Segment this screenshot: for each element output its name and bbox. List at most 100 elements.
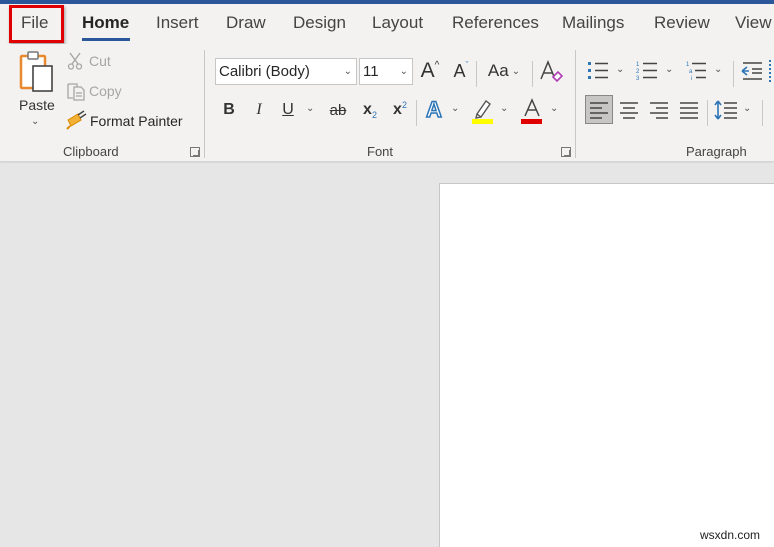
chevron-down-icon: ⌄: [343, 66, 352, 77]
font-size-combobox[interactable]: 11 ⌄: [359, 58, 413, 85]
watermark-text: wsxdn.com: [700, 528, 761, 542]
divider: [416, 100, 417, 126]
subscript-icon: x: [363, 101, 372, 118]
font-group-label: Font: [367, 144, 394, 159]
align-left-button[interactable]: [585, 95, 613, 124]
shrink-font-icon: A: [453, 60, 466, 81]
svg-text:i: i: [691, 76, 692, 82]
font-color-dropdown-icon[interactable]: ⌄: [550, 103, 558, 114]
svg-text:3: 3: [636, 76, 640, 82]
underline-dropdown-icon[interactable]: ⌄: [306, 103, 314, 114]
font-size-value: 11: [363, 63, 379, 80]
tab-home[interactable]: Home: [82, 13, 129, 33]
highlighter-icon: [472, 100, 493, 124]
font-name-value: Calibri (Body): [219, 63, 310, 80]
decrease-indent-button[interactable]: [740, 58, 764, 84]
shrink-font-button[interactable]: A ˇ: [450, 58, 472, 84]
align-right-icon: [650, 101, 668, 119]
italic-button[interactable]: I: [250, 98, 268, 122]
text-effects-dropdown-icon[interactable]: ⌄: [451, 103, 459, 114]
format-painter-icon: [66, 110, 87, 130]
cut-label: Cut: [89, 53, 111, 69]
clipboard-dialog-launcher-icon[interactable]: [190, 147, 200, 157]
file-tab-highlight-box: [9, 5, 64, 43]
paste-icon: [19, 51, 53, 92]
divider: [532, 61, 533, 87]
copy-icon: [67, 83, 85, 101]
copy-label: Copy: [89, 83, 122, 99]
strikethrough-button[interactable]: ab: [327, 98, 349, 122]
line-spacing-button[interactable]: [713, 95, 739, 124]
tab-layout[interactable]: Layout: [372, 13, 423, 33]
line-spacing-icon: [714, 100, 737, 119]
bullet-list-icon: [588, 62, 608, 79]
clear-formatting-icon: [540, 60, 563, 83]
underline-button[interactable]: U: [279, 98, 297, 122]
subscript-button[interactable]: x 2: [360, 98, 380, 122]
active-tab-indicator: [82, 38, 130, 41]
multilevel-list-dropdown-icon[interactable]: ⌄: [714, 64, 722, 75]
italic-icon: I: [256, 101, 262, 118]
format-painter-label: Format Painter: [90, 113, 183, 129]
underline-icon: U: [282, 101, 294, 118]
change-case-icon: Aa: [487, 61, 509, 80]
grow-font-button[interactable]: A ^: [418, 58, 442, 84]
svg-text:1: 1: [686, 62, 690, 68]
align-center-button[interactable]: [616, 95, 642, 124]
decrease-indent-icon: [741, 62, 762, 80]
bullets-dropdown-icon[interactable]: ⌄: [616, 64, 624, 75]
line-spacing-dropdown-icon[interactable]: ⌄: [743, 103, 751, 114]
superscript-button[interactable]: x 2: [390, 98, 410, 122]
ribbon-tabs: File Home Insert Draw Design Layout Refe…: [0, 4, 774, 44]
font-name-combobox[interactable]: Calibri (Body) ⌄: [215, 58, 357, 85]
justify-icon: [680, 101, 698, 119]
bold-button[interactable]: B: [220, 98, 238, 122]
paragraph-group-label: Paragraph: [686, 144, 747, 159]
multilevel-list-button[interactable]: 1 a i: [684, 58, 708, 84]
tab-review[interactable]: Review: [654, 13, 710, 33]
increase-indent-button[interactable]: [769, 60, 773, 82]
font-dialog-launcher-icon[interactable]: [561, 147, 571, 157]
group-separator: [204, 50, 205, 158]
highlight-button[interactable]: [471, 97, 495, 125]
clipboard-group-label: Clipboard: [63, 144, 119, 159]
divider: [707, 100, 708, 126]
tab-draw[interactable]: Draw: [226, 13, 266, 33]
divider: [762, 100, 763, 126]
tab-view[interactable]: View: [735, 13, 772, 33]
scissors-icon: [67, 52, 83, 70]
numbering-dropdown-icon[interactable]: ⌄: [665, 64, 673, 75]
numbered-list-icon: 1 2 3: [636, 62, 657, 82]
group-separator: [575, 50, 576, 158]
tab-design[interactable]: Design: [293, 13, 346, 33]
superscript-icon: x: [393, 101, 402, 118]
svg-text:1: 1: [636, 62, 640, 68]
paste-dropdown-icon[interactable]: ⌄: [31, 116, 39, 127]
align-left-icon: [590, 101, 608, 119]
numbering-button[interactable]: 1 2 3: [635, 58, 659, 84]
align-right-button[interactable]: [646, 95, 672, 124]
text-effects-icon: A: [425, 96, 442, 123]
font-color-button[interactable]: [520, 97, 544, 125]
tab-insert[interactable]: Insert: [156, 13, 199, 33]
paste-label: Paste: [19, 97, 55, 113]
divider: [733, 61, 734, 87]
strikethrough-icon: ab: [329, 101, 347, 119]
font-color-icon: [521, 98, 542, 124]
tab-references[interactable]: References: [452, 13, 539, 33]
ribbon-home: Paste ⌄ Cut Copy Format Painter Clipboar…: [0, 44, 774, 162]
grow-font-icon: A: [420, 59, 435, 82]
highlight-dropdown-icon[interactable]: ⌄: [500, 103, 508, 114]
document-page[interactable]: [439, 183, 774, 547]
text-effects-button[interactable]: A: [422, 96, 446, 123]
change-case-button[interactable]: Aa ⌄: [484, 58, 524, 84]
justify-button[interactable]: [676, 95, 702, 124]
svg-text:2: 2: [636, 69, 640, 75]
divider: [476, 61, 477, 87]
bullets-button[interactable]: [586, 58, 610, 84]
clear-formatting-button[interactable]: [538, 58, 564, 84]
paste-button[interactable]: Paste ⌄: [14, 48, 60, 128]
tab-mailings[interactable]: Mailings: [562, 13, 624, 33]
svg-text:a: a: [689, 69, 693, 75]
align-center-icon: [620, 101, 638, 119]
